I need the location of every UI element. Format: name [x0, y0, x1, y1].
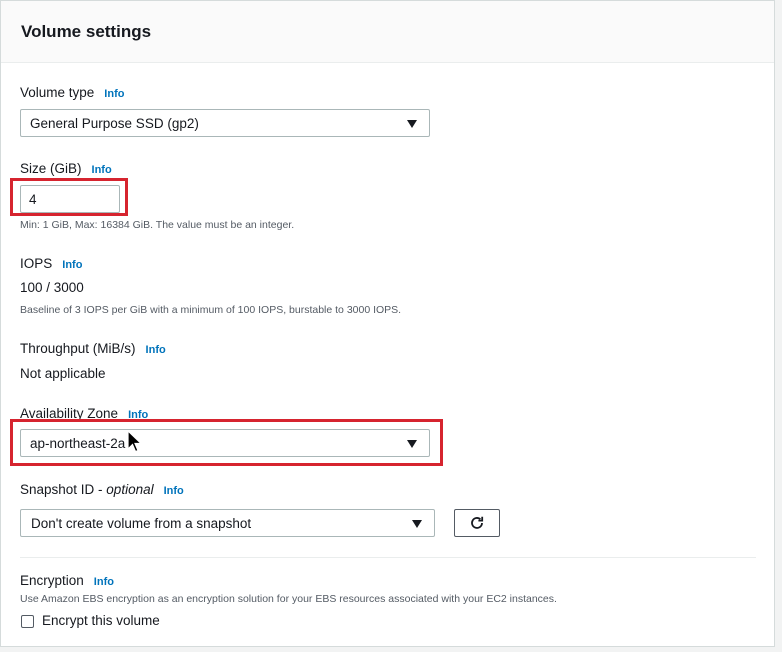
iops-label-row: IOPS Info [20, 256, 82, 271]
size-info-link[interactable]: Info [92, 164, 112, 176]
throughput-label-row: Throughput (MiB/s) Info [20, 341, 166, 356]
encryption-info-link[interactable]: Info [94, 576, 114, 588]
iops-hint: Baseline of 3 IOPS per GiB with a minimu… [20, 304, 402, 316]
snapshot-value: Don't create volume from a snapshot [31, 516, 252, 531]
size-label: Size (GiB) [20, 161, 82, 176]
az-highlight-box [10, 419, 443, 466]
iops-label: IOPS [20, 256, 53, 271]
size-highlight-box [10, 178, 128, 216]
volume-type-value: General Purpose SSD (gp2) [30, 116, 199, 131]
volume-type-info-link[interactable]: Info [104, 88, 124, 100]
throughput-info-link[interactable]: Info [146, 344, 166, 356]
volume-type-select[interactable]: General Purpose SSD (gp2) [20, 109, 430, 137]
panel-title: Volume settings [21, 22, 152, 41]
encrypt-volume-label[interactable]: Encrypt this volume [42, 613, 160, 628]
encryption-label-row: Encryption Info [20, 573, 114, 588]
volume-type-label-row: Volume type Info [20, 85, 124, 100]
snapshot-label: Snapshot ID - [20, 482, 107, 497]
iops-value: 100 / 3000 [20, 280, 84, 295]
encrypt-volume-checkbox[interactable] [21, 615, 34, 628]
snapshot-label-row: Snapshot ID - optional Info [20, 482, 184, 497]
iops-info-link[interactable]: Info [62, 259, 82, 271]
refresh-icon [471, 516, 484, 529]
mouse-cursor-icon [127, 430, 143, 453]
size-hint: Min: 1 GiB, Max: 16384 GiB. The value mu… [20, 219, 295, 231]
caret-down-icon [407, 120, 417, 128]
size-label-row: Size (GiB) Info [20, 161, 112, 176]
snapshot-info-link[interactable]: Info [164, 485, 184, 497]
throughput-value: Not applicable [20, 366, 106, 381]
volume-type-label: Volume type [20, 85, 95, 100]
caret-down-icon [412, 520, 422, 528]
refresh-snapshots-button[interactable] [454, 509, 500, 537]
throughput-label: Throughput (MiB/s) [20, 341, 136, 356]
encryption-label: Encryption [20, 573, 84, 588]
volume-settings-panel: Volume settings Volume type Info General … [0, 0, 775, 647]
panel-header: Volume settings [1, 1, 774, 63]
encryption-description: Use Amazon EBS encryption as an encrypti… [20, 593, 557, 605]
snapshot-optional-label: optional [106, 482, 154, 497]
snapshot-select[interactable]: Don't create volume from a snapshot [20, 509, 435, 537]
section-divider [20, 557, 756, 558]
